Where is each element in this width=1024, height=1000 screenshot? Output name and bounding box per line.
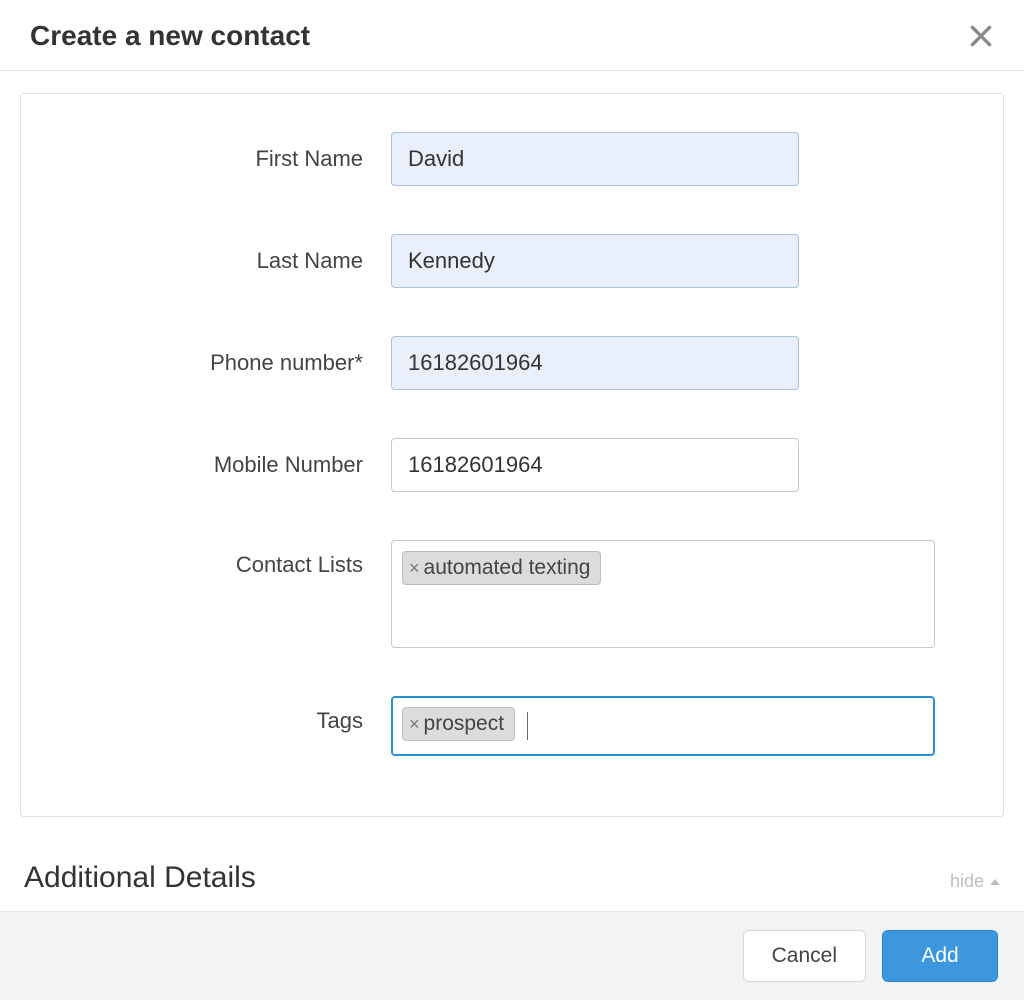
modal-body[interactable]: First Name Last Name Phone number* xyxy=(0,71,1024,911)
modal-body-wrap: First Name Last Name Phone number* xyxy=(0,71,1024,911)
modal-footer: Cancel Add xyxy=(0,911,1024,1000)
row-tags: Tags × prospect xyxy=(61,696,963,756)
cancel-button[interactable]: Cancel xyxy=(743,930,866,982)
additional-details-spacer xyxy=(20,899,1004,911)
first-name-input[interactable] xyxy=(391,132,799,186)
label-mobile: Mobile Number xyxy=(61,452,391,478)
hide-toggle[interactable]: hide xyxy=(950,871,1000,892)
close-button[interactable] xyxy=(968,23,994,49)
additional-details-header: Additional Details hide xyxy=(20,861,1004,899)
chip-label: automated texting xyxy=(424,556,591,580)
form-panel: First Name Last Name Phone number* xyxy=(20,93,1004,817)
contact-lists-input[interactable]: × automated texting xyxy=(391,540,935,648)
close-icon xyxy=(968,23,994,49)
row-contact-lists: Contact Lists × automated texting xyxy=(61,540,963,648)
tags-input[interactable]: × prospect xyxy=(391,696,935,756)
text-cursor xyxy=(527,712,528,740)
caret-up-icon xyxy=(990,879,1000,885)
row-first-name: First Name xyxy=(61,132,963,186)
label-last-name: Last Name xyxy=(61,248,391,274)
phone-input[interactable] xyxy=(391,336,799,390)
chip-remove-icon[interactable]: × xyxy=(409,559,420,577)
label-first-name: First Name xyxy=(61,146,391,172)
hide-label: hide xyxy=(950,871,984,892)
row-phone: Phone number* xyxy=(61,336,963,390)
last-name-input[interactable] xyxy=(391,234,799,288)
mobile-input[interactable] xyxy=(391,438,799,492)
row-last-name: Last Name xyxy=(61,234,963,288)
chip-remove-icon[interactable]: × xyxy=(409,715,420,733)
add-button[interactable]: Add xyxy=(882,930,998,982)
modal-header: Create a new contact xyxy=(0,0,1024,71)
chip-tag: × prospect xyxy=(402,707,515,741)
create-contact-modal: Create a new contact First Name Last Nam… xyxy=(0,0,1024,1000)
chip-label: prospect xyxy=(424,712,505,736)
modal-title: Create a new contact xyxy=(30,20,310,52)
label-contact-lists: Contact Lists xyxy=(61,540,391,578)
row-mobile: Mobile Number xyxy=(61,438,963,492)
chip-contact-list: × automated texting xyxy=(402,551,601,585)
label-tags: Tags xyxy=(61,696,391,734)
additional-details-title: Additional Details xyxy=(24,861,256,895)
label-phone: Phone number* xyxy=(61,350,391,376)
